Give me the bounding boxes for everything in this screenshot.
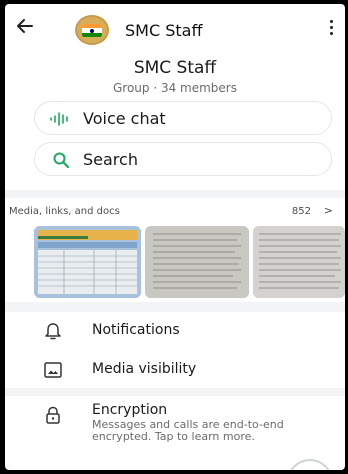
image-icon: [44, 362, 62, 378]
search-button[interactable]: Search: [34, 142, 332, 176]
media-title: Media, links, and docs: [9, 206, 120, 217]
media-thumbnail[interactable]: [34, 226, 141, 298]
media-thumbnail[interactable]: [253, 226, 345, 298]
more-vertical-icon[interactable]: [325, 20, 337, 38]
media-links-docs-header[interactable]: Media, links, and docs 852 >: [5, 198, 345, 224]
media-count: 852: [291, 206, 311, 217]
search-icon: [53, 152, 69, 168]
encryption-title: Encryption: [92, 402, 168, 418]
notifications-label: Notifications: [92, 322, 180, 338]
document-photo-image: [253, 226, 345, 298]
encryption-description[interactable]: Messages and calls are end-to-end encryp…: [92, 419, 322, 443]
group-subtitle: Group · 34 members: [112, 81, 237, 95]
section-divider: [5, 190, 345, 198]
voice-wave-icon: [50, 112, 68, 126]
chevron-right-icon: >: [323, 204, 333, 217]
search-label: Search: [83, 150, 138, 169]
media-visibility-label: Media visibility: [92, 361, 197, 377]
top-bar: SMC Staff: [5, 4, 345, 48]
group-name: SMC Staff: [133, 58, 217, 78]
header-title: SMC Staff: [125, 21, 203, 40]
lock-icon: [46, 406, 60, 424]
bell-icon: [45, 323, 61, 340]
scroll-fab-edge[interactable]: [287, 459, 333, 470]
voice-chat-label: Voice chat: [83, 109, 166, 128]
voice-chat-button[interactable]: Voice chat: [34, 101, 332, 135]
india-flag-icon: [82, 24, 102, 37]
document-photo-image: [34, 226, 141, 298]
media-visibility-row[interactable]: Media visibility: [5, 350, 345, 388]
notifications-row[interactable]: Notifications: [5, 311, 345, 349]
section-divider: [5, 388, 345, 396]
media-thumbnail[interactable]: [145, 226, 249, 298]
group-info-screen: SMC Staff SMC Staff Group · 34 members V…: [5, 4, 345, 470]
arrow-left-icon[interactable]: [15, 16, 35, 36]
avatar[interactable]: [75, 15, 109, 45]
document-photo-image: [145, 226, 249, 298]
